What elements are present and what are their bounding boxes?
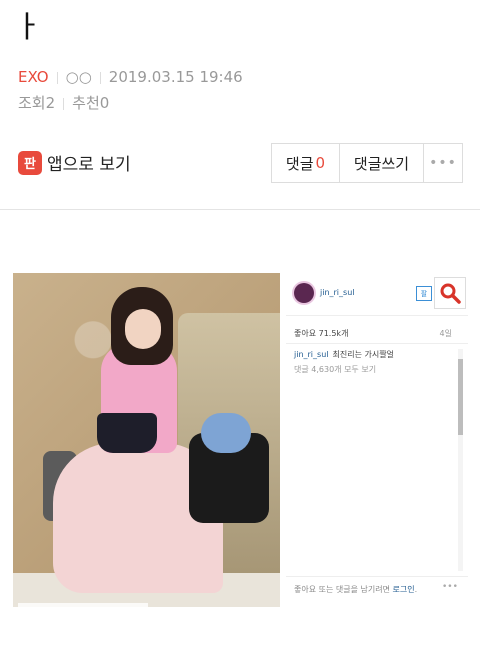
- photo-bar: [18, 603, 148, 607]
- caption-username[interactable]: jin_ri_sul: [294, 350, 329, 359]
- divider: [56, 71, 58, 84]
- post-age: 4일: [439, 329, 452, 338]
- section-divider: [0, 209, 480, 210]
- caption-text: 최진리는 가시짤얼: [332, 350, 394, 359]
- instagram-footer: 좋아요 또는 댓글을 남기려면 로그인.: [294, 585, 418, 594]
- footer-text: 좋아요 또는 댓글을 남기려면: [294, 585, 390, 594]
- post-title: ㅏ: [14, 10, 42, 45]
- post-category[interactable]: EXO: [18, 68, 49, 86]
- instagram-header: jin_ri_sul 팔: [286, 273, 468, 316]
- comment-actions: 댓글 0 댓글쓰기 •••: [271, 143, 463, 183]
- divider: [63, 97, 65, 110]
- comments-button[interactable]: 댓글 0: [272, 144, 340, 182]
- views-label: 조회: [18, 94, 46, 112]
- search-button[interactable]: [434, 277, 466, 309]
- search-icon: [440, 283, 461, 304]
- post-datetime: 2019.03.15 19:46: [108, 68, 243, 86]
- scrollbar-thumb[interactable]: [458, 359, 463, 435]
- instagram-username[interactable]: jin_ri_sul: [320, 288, 355, 297]
- views-count: 2: [45, 94, 56, 112]
- post-author[interactable]: ○○: [66, 68, 92, 86]
- divider: [286, 343, 468, 344]
- instagram-photo[interactable]: [13, 273, 280, 607]
- caption: jin_ri_sul 최진리는 가시짤얼: [294, 349, 394, 360]
- recommend-label: 추천: [72, 94, 100, 112]
- write-comment-button[interactable]: 댓글쓰기: [340, 144, 424, 182]
- more-icon[interactable]: •••: [424, 144, 462, 182]
- divider: [286, 576, 468, 577]
- photo-knitting: [97, 413, 157, 453]
- comments-label: 댓글: [285, 154, 314, 173]
- app-icon: 판: [18, 150, 42, 175]
- recommend-count: 0: [99, 94, 110, 112]
- likes-count: 좋아요 71.5k개: [294, 329, 349, 338]
- divider: [99, 71, 101, 84]
- app-view-link[interactable]: 판 앱으로 보기: [18, 150, 131, 175]
- photo-blue-cloth: [201, 413, 251, 453]
- instagram-panel: jin_ri_sul 팔 좋아요 71.5k개 4일 jin_ri_sul 최진리…: [286, 273, 468, 607]
- view-all-comments-link[interactable]: 댓글 4,630개 모두 보기: [294, 364, 376, 375]
- comments-count: 0: [315, 154, 326, 172]
- avatar[interactable]: [294, 283, 314, 303]
- login-link[interactable]: 로그인: [393, 585, 415, 594]
- follow-button[interactable]: 팔: [416, 286, 432, 301]
- app-view-label: 앱으로 보기: [47, 155, 131, 175]
- post-stats: 조회2 추천0: [18, 92, 109, 113]
- post-meta: EXO ○○ 2019.03.15 19:46: [18, 68, 243, 86]
- more-icon[interactable]: •••: [442, 582, 458, 592]
- photo-face: [125, 309, 161, 349]
